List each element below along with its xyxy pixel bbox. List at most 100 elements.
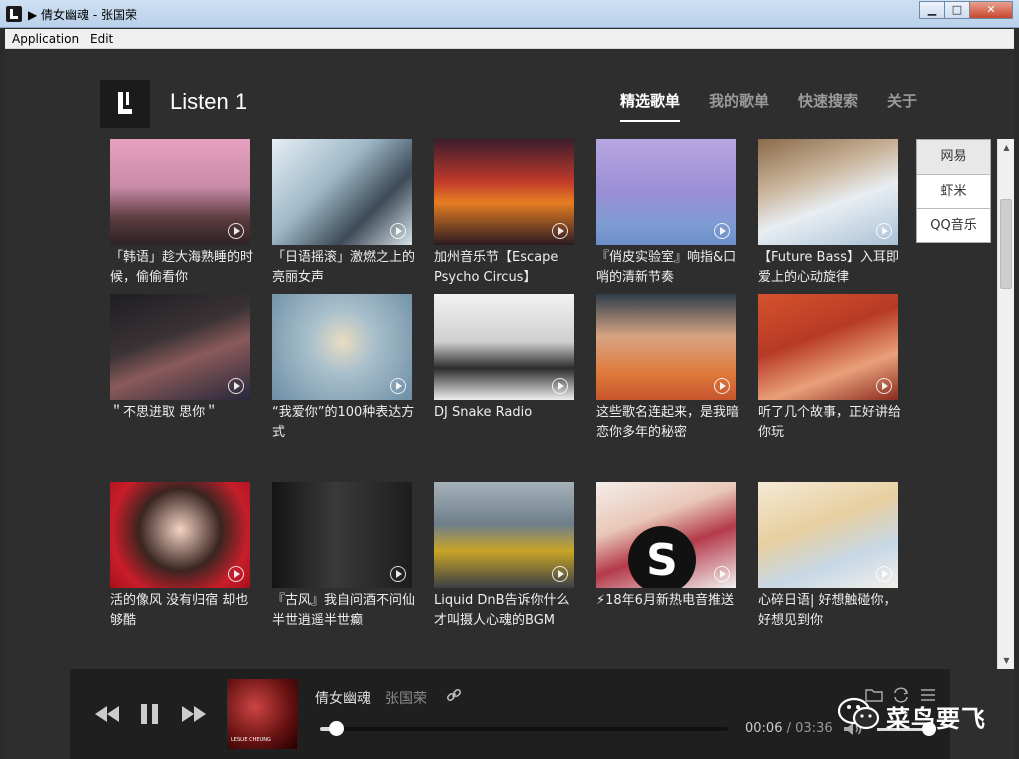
playlist-cover[interactable] <box>434 482 574 588</box>
watermark-text: 菜鸟要飞 <box>886 705 986 733</box>
progress-knob[interactable] <box>329 721 345 736</box>
play-circle-icon[interactable] <box>714 566 730 582</box>
playlist-cover[interactable]: S <box>596 482 736 588</box>
minimize-button[interactable]: ▁ <box>919 1 945 19</box>
app-logo <box>100 80 150 128</box>
previous-track-icon[interactable] <box>95 706 121 722</box>
close-button[interactable]: ✕ <box>969 1 1013 19</box>
playlist-title[interactable]: 「韩语」趁大海熟睡的时候，偷偷看你 <box>110 248 256 288</box>
app-logo-icon <box>6 6 22 22</box>
playlist-card[interactable]: 『俏皮实验室』响指&口哨的清新节奏 <box>596 139 742 288</box>
source-switcher: 网易 虾米 QQ音乐 <box>916 139 991 243</box>
playlist-card[interactable]: 加州音乐节【Escape Psycho Circus】 <box>434 139 580 288</box>
scroll-thumb[interactable] <box>1000 199 1012 289</box>
playlist-title[interactable]: 活的像风 没有归宿 却也够酷 <box>110 591 256 631</box>
playlist-cover[interactable] <box>434 294 574 400</box>
watermark: 菜鸟要飞 <box>838 697 988 733</box>
play-circle-icon[interactable] <box>228 378 244 394</box>
playlist-card[interactable]: ＂不思进取 思你＂ <box>110 294 256 443</box>
menu-bar: Application Edit <box>5 29 1014 49</box>
next-track-icon[interactable] <box>182 706 208 722</box>
scroll-up-arrow-icon[interactable]: ▲ <box>998 139 1015 156</box>
playlist-title[interactable]: 听了几个故事，正好讲给你玩 <box>758 403 904 443</box>
play-circle-icon[interactable] <box>390 223 406 239</box>
playlist-title[interactable]: 这些歌名连起来，是我暗恋你多年的秘密 <box>596 403 742 443</box>
playlist-card[interactable]: 「韩语」趁大海熟睡的时候，偷偷看你 <box>110 139 256 288</box>
playlist-card[interactable]: 这些歌名连起来，是我暗恋你多年的秘密 <box>596 294 742 443</box>
playlist-card[interactable]: 心碎日语| 好想触碰你，好想见到你 <box>758 482 904 631</box>
playlist-card[interactable]: “我爱你”的100种表达方式 <box>272 294 418 443</box>
playlist-cover[interactable] <box>110 139 250 245</box>
playlist-title[interactable]: ＂不思进取 思你＂ <box>110 403 256 443</box>
tab-my-playlists[interactable]: 我的歌单 <box>709 90 769 111</box>
playlist-card[interactable]: S ⚡18年6月新热电音推送 <box>596 482 742 631</box>
album-art[interactable] <box>227 679 297 749</box>
source-qqmusic[interactable]: QQ音乐 <box>917 208 990 242</box>
maximize-button[interactable]: □ <box>944 1 970 19</box>
playlist-title[interactable]: 加州音乐节【Escape Psycho Circus】 <box>434 248 580 288</box>
play-circle-icon[interactable] <box>228 566 244 582</box>
scroll-down-arrow-icon[interactable]: ▼ <box>998 652 1015 669</box>
total-time: 03:36 <box>795 721 833 736</box>
play-circle-icon[interactable] <box>390 566 406 582</box>
playlist-title[interactable]: Liquid DnB告诉你什么才叫摄人心魂的BGM <box>434 591 580 631</box>
playlist-cover[interactable] <box>272 139 412 245</box>
playlist-card[interactable]: 活的像风 没有归宿 却也够酷 <box>110 482 256 631</box>
playlist-title[interactable]: DJ Snake Radio <box>434 403 580 443</box>
playlist-title[interactable]: 『古风』我自问酒不问仙 半世逍遥半世癫 <box>272 591 418 631</box>
play-circle-icon[interactable] <box>390 378 406 394</box>
source-xiami[interactable]: 虾米 <box>917 174 990 208</box>
player-bar: 倩女幽魂 张国荣 00:06 / 03:36 <box>70 669 950 759</box>
playlist-title[interactable]: ⚡18年6月新热电音推送 <box>596 591 742 631</box>
play-circle-icon[interactable] <box>552 378 568 394</box>
play-circle-icon[interactable] <box>714 223 730 239</box>
play-circle-icon[interactable] <box>876 223 892 239</box>
play-circle-icon[interactable] <box>228 223 244 239</box>
play-circle-icon[interactable] <box>714 378 730 394</box>
playlist-cover[interactable] <box>272 482 412 588</box>
playlist-cover[interactable] <box>596 294 736 400</box>
playlist-title[interactable]: 【Future Bass】入耳即爱上的心动旋律 <box>758 248 904 288</box>
play-circle-icon[interactable] <box>552 566 568 582</box>
playlist-cover[interactable] <box>110 482 250 588</box>
playlist-cover[interactable] <box>110 294 250 400</box>
playlist-title[interactable]: 『俏皮实验室』响指&口哨的清新节奏 <box>596 248 742 288</box>
playlist-card[interactable]: 『古风』我自问酒不问仙 半世逍遥半世癫 <box>272 482 418 631</box>
playlist-cover[interactable] <box>758 139 898 245</box>
tab-featured-playlists[interactable]: 精选歌单 <box>620 90 681 122</box>
playlist-title[interactable]: 「日语摇滚」激燃之上的亮丽女声 <box>272 248 418 288</box>
now-playing-title[interactable]: 倩女幽魂 <box>315 688 371 708</box>
window-controls: ▁ □ ✕ <box>919 1 1013 19</box>
playlist-card[interactable]: 【Future Bass】入耳即爱上的心动旋律 <box>758 139 904 288</box>
play-circle-icon[interactable] <box>552 223 568 239</box>
app-window: ▶ 倩女幽魂 - 张国荣 ▁ □ ✕ Application Edit List… <box>0 0 1019 759</box>
title-bar: ▶ 倩女幽魂 - 张国荣 ▁ □ ✕ <box>0 0 1019 28</box>
playlist-title[interactable]: “我爱你”的100种表达方式 <box>272 403 418 443</box>
source-netease[interactable]: 网易 <box>917 140 990 174</box>
pause-icon[interactable] <box>141 704 161 724</box>
playlist-title[interactable]: 心碎日语| 好想触碰你，好想见到你 <box>758 591 904 631</box>
playlist-card[interactable]: Liquid DnB告诉你什么才叫摄人心魂的BGM <box>434 482 580 631</box>
playlist-card[interactable]: 「日语摇滚」激燃之上的亮丽女声 <box>272 139 418 288</box>
playlist-card[interactable]: 听了几个故事，正好讲给你玩 <box>758 294 904 443</box>
play-circle-icon[interactable] <box>876 378 892 394</box>
playlist-cover[interactable] <box>434 139 574 245</box>
playlist-cover[interactable] <box>596 139 736 245</box>
wechat-logo-icon <box>838 697 880 730</box>
playlist-cover[interactable] <box>758 294 898 400</box>
menu-application[interactable]: Application <box>12 32 79 46</box>
window-title: ▶ 倩女幽魂 - 张国荣 <box>28 8 138 22</box>
playlist-cover[interactable] <box>758 482 898 588</box>
tab-quick-search[interactable]: 快速搜索 <box>798 90 858 111</box>
time-separator: / <box>786 721 791 736</box>
playlist-cover[interactable] <box>272 294 412 400</box>
playlist-card[interactable]: DJ Snake Radio <box>434 294 580 443</box>
menu-edit[interactable]: Edit <box>90 32 113 46</box>
now-playing-artist[interactable]: 张国荣 <box>385 688 427 708</box>
link-icon[interactable] <box>446 687 462 703</box>
scrollbar[interactable]: ▲ ▼ <box>997 139 1014 669</box>
svg-text:S: S <box>646 535 678 586</box>
play-circle-icon[interactable] <box>876 566 892 582</box>
progress-bar[interactable] <box>320 721 728 736</box>
tab-about[interactable]: 关于 <box>887 90 917 111</box>
